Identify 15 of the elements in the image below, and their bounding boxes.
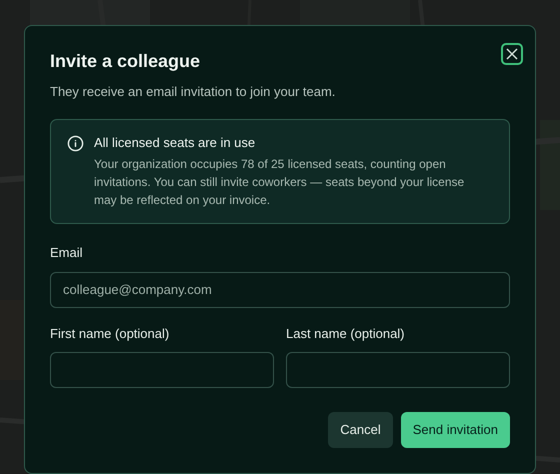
close-button[interactable] bbox=[501, 43, 523, 65]
input-field[interactable]: colleague@company.com bbox=[50, 272, 510, 308]
field-label: First name (optional) bbox=[50, 324, 170, 343]
field-label: Email bbox=[50, 244, 84, 262]
input-field[interactable] bbox=[50, 352, 274, 388]
dialog-title: Invite a colleague bbox=[50, 50, 202, 73]
field-label: Last name (optional) bbox=[286, 324, 406, 343]
send-button[interactable]: Send invitation bbox=[400, 412, 510, 448]
input-field[interactable] bbox=[286, 352, 510, 388]
notice-title: All licensed seats are in use bbox=[94, 134, 256, 152]
cancel-button[interactable]: Cancel bbox=[328, 412, 393, 448]
close-icon bbox=[506, 48, 518, 60]
dialog-subtitle: They receive an email invitation to join your team. bbox=[50, 83, 336, 101]
info-icon bbox=[67, 134, 84, 152]
notice-text: Your organization occupies 78 of 25 licensed seats, counting open invitations. You can still invite coworkers — seats beyond your license may be reflected on your invoice. bbox=[94, 156, 466, 209]
